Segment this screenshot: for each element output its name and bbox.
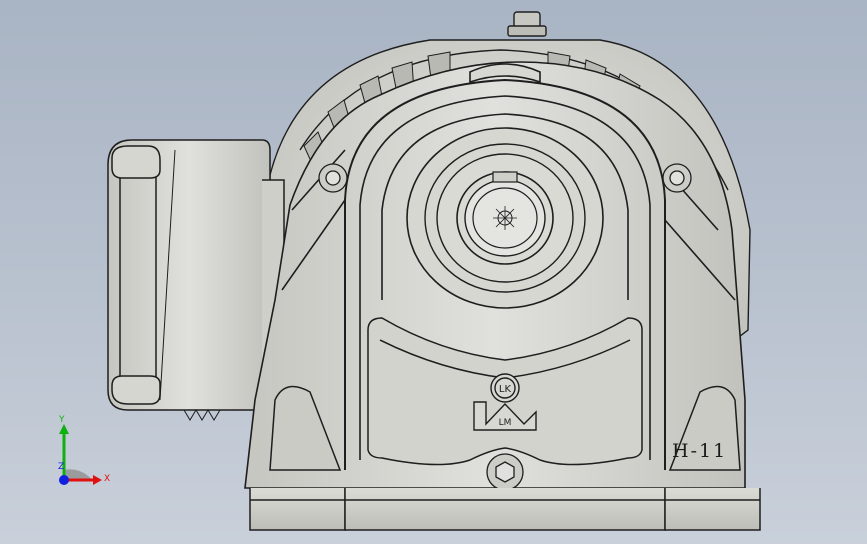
coordinate-triad: [59, 424, 102, 485]
y-axis-label: Y: [59, 415, 65, 425]
logo-letters: LK: [499, 384, 512, 395]
z-axis-label: Z: [58, 462, 65, 472]
gear-motor-model: LK LM: [59, 11, 761, 531]
output-shaft: [406, 127, 604, 309]
model-label: H-11: [672, 440, 728, 462]
model-viewport[interactable]: LK LM H-11 Y X Z: [0, 0, 867, 544]
logo-monogram: LM: [499, 418, 512, 428]
x-axis-label: X: [104, 474, 111, 484]
z-axis-point: [59, 475, 69, 485]
terminal-box: [107, 139, 285, 421]
